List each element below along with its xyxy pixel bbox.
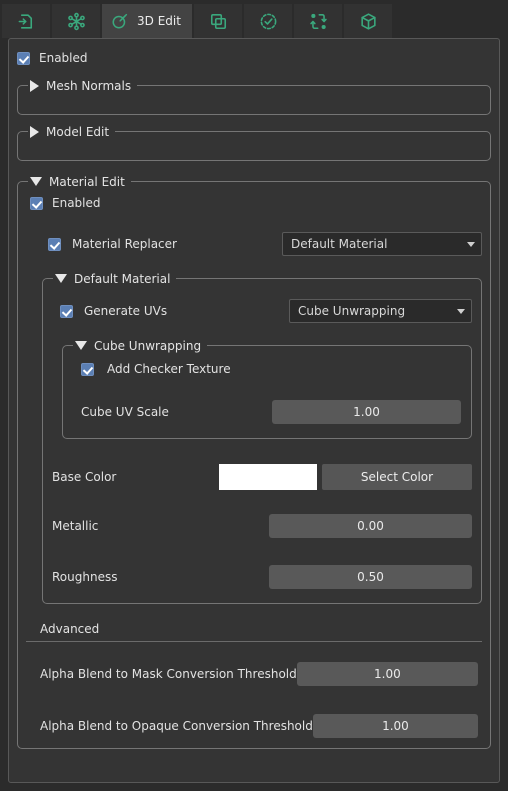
tab-3d-edit-label: 3D Edit <box>137 14 181 28</box>
generate-uvs-checkbox[interactable] <box>60 304 73 318</box>
tab-cube-export[interactable] <box>344 4 392 38</box>
generate-uvs-label: Generate UVs <box>84 304 168 318</box>
material-edit-enabled-row[interactable]: Enabled <box>30 194 482 212</box>
advanced-section-header: Advanced <box>26 622 482 642</box>
add-checker-texture-label: Add Checker Texture <box>107 362 231 376</box>
duplicate-icon <box>209 12 228 31</box>
metallic-row: Metallic 0.00 <box>52 514 472 538</box>
alpha-blend-to-opaque-row: Alpha Blend to Opaque Conversion Thresho… <box>26 714 482 738</box>
chevron-down-icon <box>457 308 465 314</box>
material-replacer-combo[interactable]: Default Material <box>282 232 482 256</box>
generate-uvs-row: Generate UVs Cube Unwrapping <box>52 299 472 323</box>
cube-uv-scale-label: Cube UV Scale <box>81 405 169 419</box>
base-color-row: Base Color Select Color <box>52 464 472 490</box>
group-material-edit-title: Material Edit <box>49 174 125 189</box>
tab-validate[interactable] <box>244 4 292 38</box>
cube-uv-scale-field[interactable]: 1.00 <box>272 400 461 424</box>
roughness-label: Roughness <box>52 570 118 584</box>
generate-uvs-combo-value: Cube Unwrapping <box>298 304 406 318</box>
check-circle-icon <box>259 12 278 31</box>
cube-uv-scale-row: Cube UV Scale 1.00 <box>73 400 461 424</box>
chevron-down-icon <box>467 241 475 247</box>
group-material-edit-body: Enabled Material Replacer Default Materi… <box>18 182 490 748</box>
import-icon <box>17 12 36 31</box>
generate-uvs-combo[interactable]: Cube Unwrapping <box>289 299 472 323</box>
chevron-right-icon <box>30 79 39 92</box>
material-replacer-combo-value: Default Material <box>291 237 388 251</box>
tab-transfer[interactable] <box>294 4 342 38</box>
group-cube-unwrapping-title: Cube Unwrapping <box>94 338 202 353</box>
group-model-edit-title: Model Edit <box>46 124 110 139</box>
base-color-label: Base Color <box>52 470 117 484</box>
base-color-swatch[interactable] <box>219 464 317 490</box>
alpha-blend-to-opaque-field[interactable]: 1.00 <box>312 714 478 738</box>
group-material-edit: Material Edit Enabled Material Replacer … <box>17 174 491 749</box>
material-replacer-label: Material Replacer <box>72 237 177 251</box>
cube-export-icon <box>359 12 378 31</box>
enabled-label: Enabled <box>39 51 88 65</box>
group-mesh-normals: Mesh Normals <box>17 78 491 115</box>
chevron-right-icon <box>30 125 39 138</box>
tab-duplicate[interactable] <box>194 4 242 38</box>
enabled-checkbox-row[interactable]: Enabled <box>17 49 491 67</box>
transfer-icon <box>309 12 328 31</box>
metallic-label: Metallic <box>52 519 99 533</box>
material-edit-enabled-checkbox[interactable] <box>30 196 43 210</box>
chevron-down-icon <box>30 177 42 186</box>
tab-bar: 3D Edit <box>0 0 508 38</box>
group-default-material-header[interactable]: Default Material <box>53 271 177 286</box>
alpha-blend-to-mask-label: Alpha Blend to Mask Conversion Threshold <box>40 667 297 681</box>
tab-3d-edit[interactable]: 3D Edit <box>102 4 192 38</box>
group-cube-unwrapping-body: Add Checker Texture Cube UV Scale 1.00 <box>63 346 471 438</box>
select-color-button[interactable]: Select Color <box>322 464 472 490</box>
group-cube-unwrapping-header[interactable]: Cube Unwrapping <box>73 338 208 353</box>
alpha-blend-to-mask-row: Alpha Blend to Mask Conversion Threshold… <box>26 662 482 686</box>
group-mesh-normals-title: Mesh Normals <box>46 78 132 93</box>
group-model-edit-header[interactable]: Model Edit <box>28 124 116 139</box>
chevron-down-icon <box>55 274 67 283</box>
add-checker-texture-checkbox[interactable] <box>81 362 94 376</box>
enabled-checkbox[interactable] <box>17 51 30 65</box>
material-edit-enabled-label: Enabled <box>52 196 101 210</box>
metallic-field[interactable]: 0.00 <box>269 514 472 538</box>
group-model-edit: Model Edit <box>17 124 491 161</box>
chevron-down-icon <box>75 341 87 350</box>
properties-panel: Enabled Mesh Normals Model Edit Material… <box>8 38 500 783</box>
group-default-material-title: Default Material <box>74 271 171 286</box>
node-graph-icon <box>67 12 86 31</box>
roughness-row: Roughness 0.50 <box>52 565 472 589</box>
group-default-material: Default Material Generate UVs Cube Unwra… <box>42 271 482 604</box>
alpha-blend-to-mask-field[interactable]: 1.00 <box>296 662 478 686</box>
material-replacer-checkbox[interactable] <box>48 237 61 251</box>
material-replacer-row: Material Replacer Default Material <box>26 232 482 256</box>
group-mesh-normals-header[interactable]: Mesh Normals <box>28 78 138 93</box>
alpha-blend-to-opaque-label: Alpha Blend to Opaque Conversion Thresho… <box>40 719 313 733</box>
tab-node-graph[interactable] <box>52 4 100 38</box>
paint-brush-icon <box>111 12 129 30</box>
add-checker-texture-row[interactable]: Add Checker Texture <box>73 360 461 378</box>
group-material-edit-header[interactable]: Material Edit <box>28 174 131 189</box>
tab-import[interactable] <box>2 4 50 38</box>
group-default-material-body: Generate UVs Cube Unwrapping Cube Unwrap… <box>43 279 481 603</box>
roughness-field[interactable]: 0.50 <box>269 565 472 589</box>
group-cube-unwrapping: Cube Unwrapping Add Checker Texture Cube… <box>62 338 472 439</box>
